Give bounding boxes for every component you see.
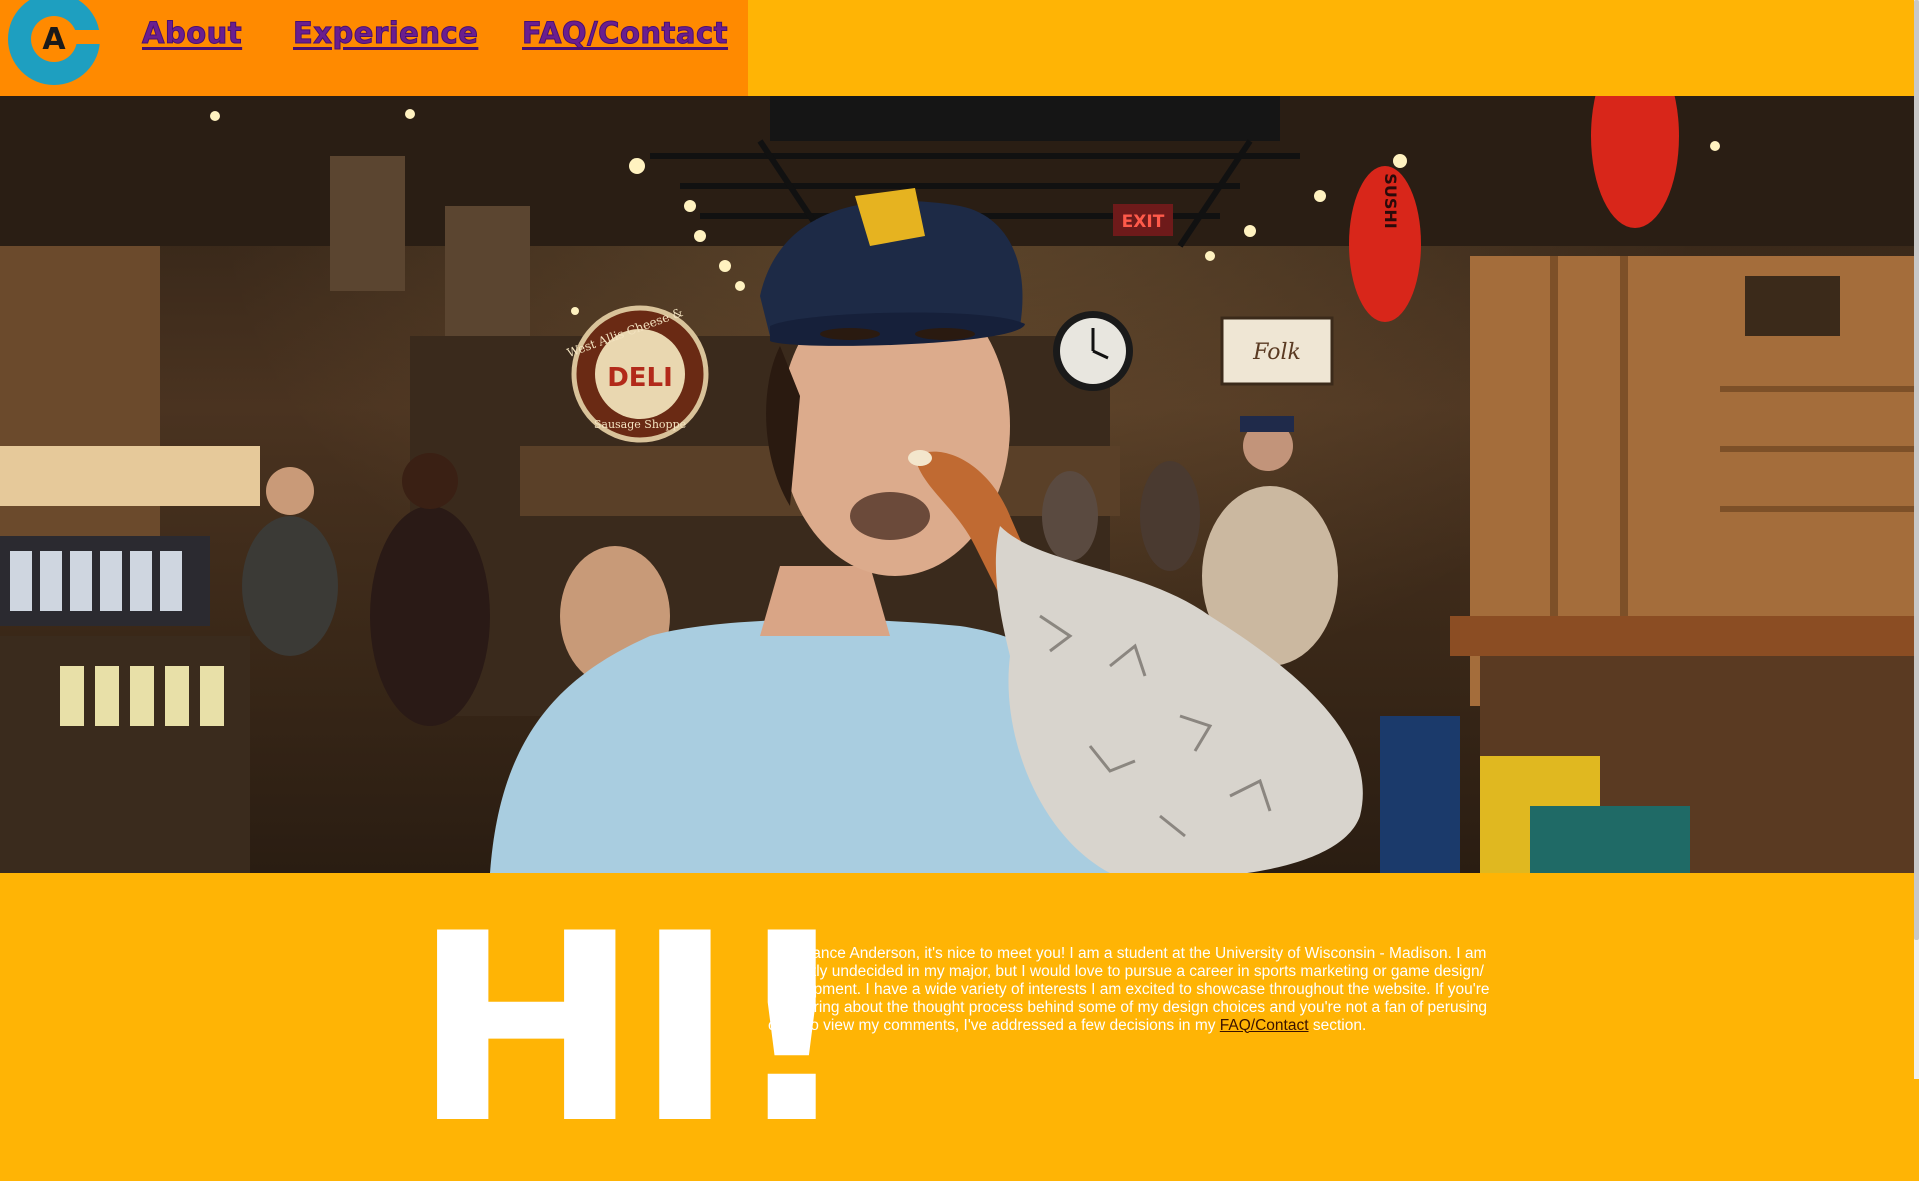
hero-photo: West Allis Cheese & DELI Sausage Shoppe … [0, 96, 1914, 873]
nav-experience-link[interactable]: Experience [292, 16, 478, 51]
logo-letter: A [42, 22, 66, 57]
hero-illustration: West Allis Cheese & DELI Sausage Shoppe … [0, 96, 1914, 873]
deli-sign-main: DELI [607, 363, 673, 393]
intro-text: I'm Chance Anderson, it's nice to meet y… [768, 944, 1490, 1034]
header-bar: A About Experience FAQ/Contact [0, 0, 1919, 96]
deli-sign-bottom: Sausage Shoppe [594, 418, 686, 431]
faq-contact-inline-link[interactable]: FAQ/Contact [1220, 1017, 1309, 1034]
nav-bar: A About Experience FAQ/Contact [0, 0, 748, 96]
intro-text-end: section. [1308, 1016, 1367, 1034]
intro-paragraph: I'm Chance Anderson, it's nice to meet y… [768, 945, 1518, 1035]
exit-sign: EXIT [1122, 212, 1165, 232]
folk-sign: Folk [1252, 340, 1301, 365]
nav-faq-contact-link[interactable]: FAQ/Contact [521, 16, 728, 51]
nav-about-link[interactable]: About [141, 16, 242, 51]
site-logo[interactable]: A [7, 0, 102, 87]
page-scrollbar[interactable] [1914, 0, 1919, 1079]
sushi-lantern: SUSHI [1381, 173, 1400, 228]
scrollbar-thumb[interactable] [1914, 0, 1919, 940]
